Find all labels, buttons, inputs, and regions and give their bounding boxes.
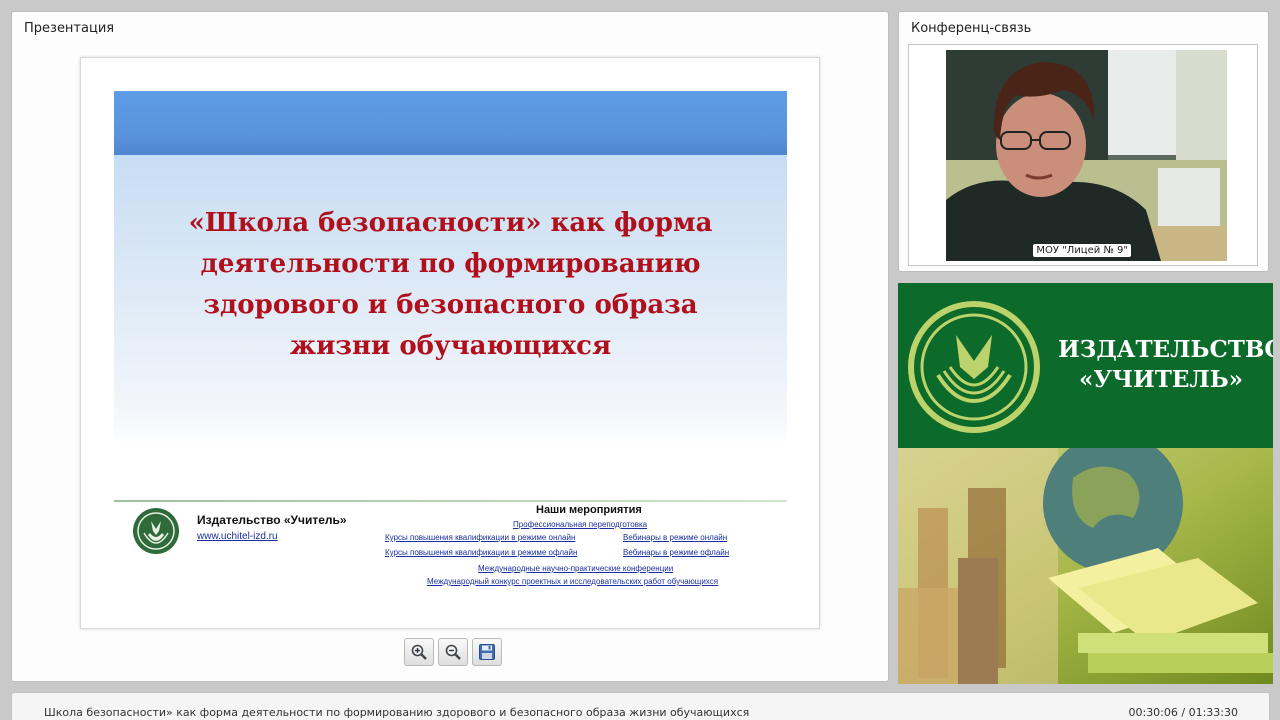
publisher-logo-icon xyxy=(133,508,179,554)
event-link-conferences[interactable]: Международные научно-практические конфер… xyxy=(478,564,673,573)
presentation-panel: Презентация «Школа безопасности» как фор… xyxy=(11,11,889,682)
publisher-ad-banner[interactable]: ИЗДАТЕЛЬСТВО «УЧИТЕЛЬ» xyxy=(898,283,1273,684)
zoom-in-icon xyxy=(411,644,427,660)
zoom-out-button[interactable] xyxy=(438,638,468,666)
ad-title-line2: «УЧИТЕЛЬ» xyxy=(1078,366,1244,393)
conference-panel: Конференц-связь МОУ "Лицей № 9" xyxy=(898,11,1269,272)
event-link-webinars-offline[interactable]: Вебинары в режиме офлайн xyxy=(623,548,729,557)
event-link-courses-offline[interactable]: Курсы повышения квалификации в режиме оф… xyxy=(385,548,577,557)
publisher-emblem-icon xyxy=(908,301,1040,433)
save-button[interactable] xyxy=(472,638,502,666)
books-globe-image xyxy=(898,448,1273,684)
slide-title-box: «Школа безопасности» как форма деятельно… xyxy=(114,155,787,445)
ad-title: ИЗДАТЕЛЬСТВО «УЧИТЕЛЬ» xyxy=(1058,335,1273,395)
ad-header: ИЗДАТЕЛЬСТВО «УЧИТЕЛЬ» xyxy=(898,283,1273,448)
video-container[interactable]: МОУ "Лицей № 9" xyxy=(908,44,1258,266)
playback-time: 00:30:06 / 01:33:30 xyxy=(1128,706,1238,719)
event-link-courses-online[interactable]: Курсы повышения квалификации в режиме он… xyxy=(385,533,575,542)
event-link-contest[interactable]: Международный конкурс проектных и исслед… xyxy=(427,577,718,586)
event-link-prof-retraining[interactable]: Профессиональная переподготовка xyxy=(513,520,647,529)
presentation-panel-title: Презентация xyxy=(24,21,115,36)
status-bar: Школа безопасности» как форма деятельнос… xyxy=(11,692,1270,720)
slide-title: «Школа безопасности» как форма деятельно… xyxy=(188,208,713,361)
conference-panel-title: Конференц-связь xyxy=(911,21,1032,36)
events-heading: Наши мероприятия xyxy=(536,504,642,516)
zoom-out-icon xyxy=(445,644,461,660)
zoom-in-button[interactable] xyxy=(404,638,434,666)
status-presentation-title: Школа безопасности» как форма деятельнос… xyxy=(44,706,750,719)
ad-title-line1: ИЗДАТЕЛЬСТВО xyxy=(1058,336,1273,363)
slide-header-bar xyxy=(114,91,787,155)
video-caption: МОУ "Лицей № 9" xyxy=(1033,244,1131,257)
video-feed: МОУ "Лицей № 9" xyxy=(946,50,1227,261)
event-link-webinars-online[interactable]: Вебинары в режиме онлайн xyxy=(623,533,727,542)
publisher-name: Издательство «Учитель» xyxy=(197,513,347,527)
floppy-save-icon xyxy=(479,644,495,660)
slide-divider xyxy=(114,500,787,502)
publisher-link[interactable]: www.uchitel-izd.ru xyxy=(197,531,278,542)
speaker-video-image xyxy=(946,50,1227,261)
slide: «Школа безопасности» как форма деятельно… xyxy=(80,57,820,629)
